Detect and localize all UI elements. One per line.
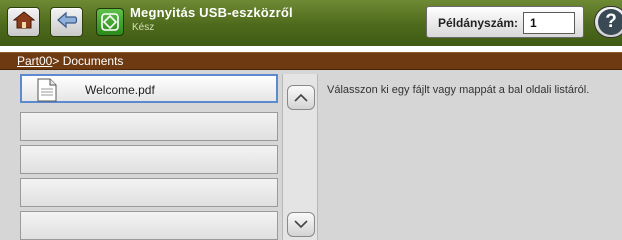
breadcrumb-current: Documents (59, 54, 124, 68)
instruction-text: Válasszon ki egy fájlt vagy mappát a bal… (327, 84, 590, 96)
help-icon: ? (598, 9, 622, 35)
pdf-document-icon (37, 78, 57, 107)
copies-panel: Példányszám: 1 (426, 6, 584, 38)
file-list-item[interactable] (20, 145, 278, 174)
home-icon (12, 10, 35, 35)
chevron-down-icon (294, 216, 308, 234)
file-name: Welcome.pdf (85, 83, 155, 97)
file-list-item[interactable] (20, 211, 278, 240)
breadcrumb: Part00> Documents (0, 52, 622, 70)
chevron-up-icon (294, 89, 308, 107)
copies-label: Példányszám: (438, 16, 519, 30)
back-button[interactable] (50, 7, 83, 37)
content-area: Welcome.pdf Válasszon ki egy fájlt vagy … (0, 70, 622, 240)
back-arrow-icon (56, 11, 78, 34)
scroll-down-button[interactable] (287, 212, 315, 237)
file-list-item[interactable] (20, 178, 278, 207)
help-button[interactable]: ? (594, 6, 622, 38)
breadcrumb-root-link[interactable]: Part00 (17, 54, 52, 68)
status-text: Kész (132, 22, 155, 33)
file-list-item[interactable] (20, 112, 278, 141)
page-title: Megnyitás USB-eszközről (130, 5, 293, 20)
list-scrollbar[interactable] (282, 74, 318, 240)
copies-input[interactable]: 1 (523, 12, 575, 34)
home-button[interactable] (7, 7, 40, 37)
top-bar: Megnyitás USB-eszközről Kész Példányszám… (0, 0, 622, 46)
usb-open-icon (96, 8, 124, 36)
scroll-up-button[interactable] (287, 85, 315, 110)
file-list-item[interactable]: Welcome.pdf (20, 74, 278, 103)
